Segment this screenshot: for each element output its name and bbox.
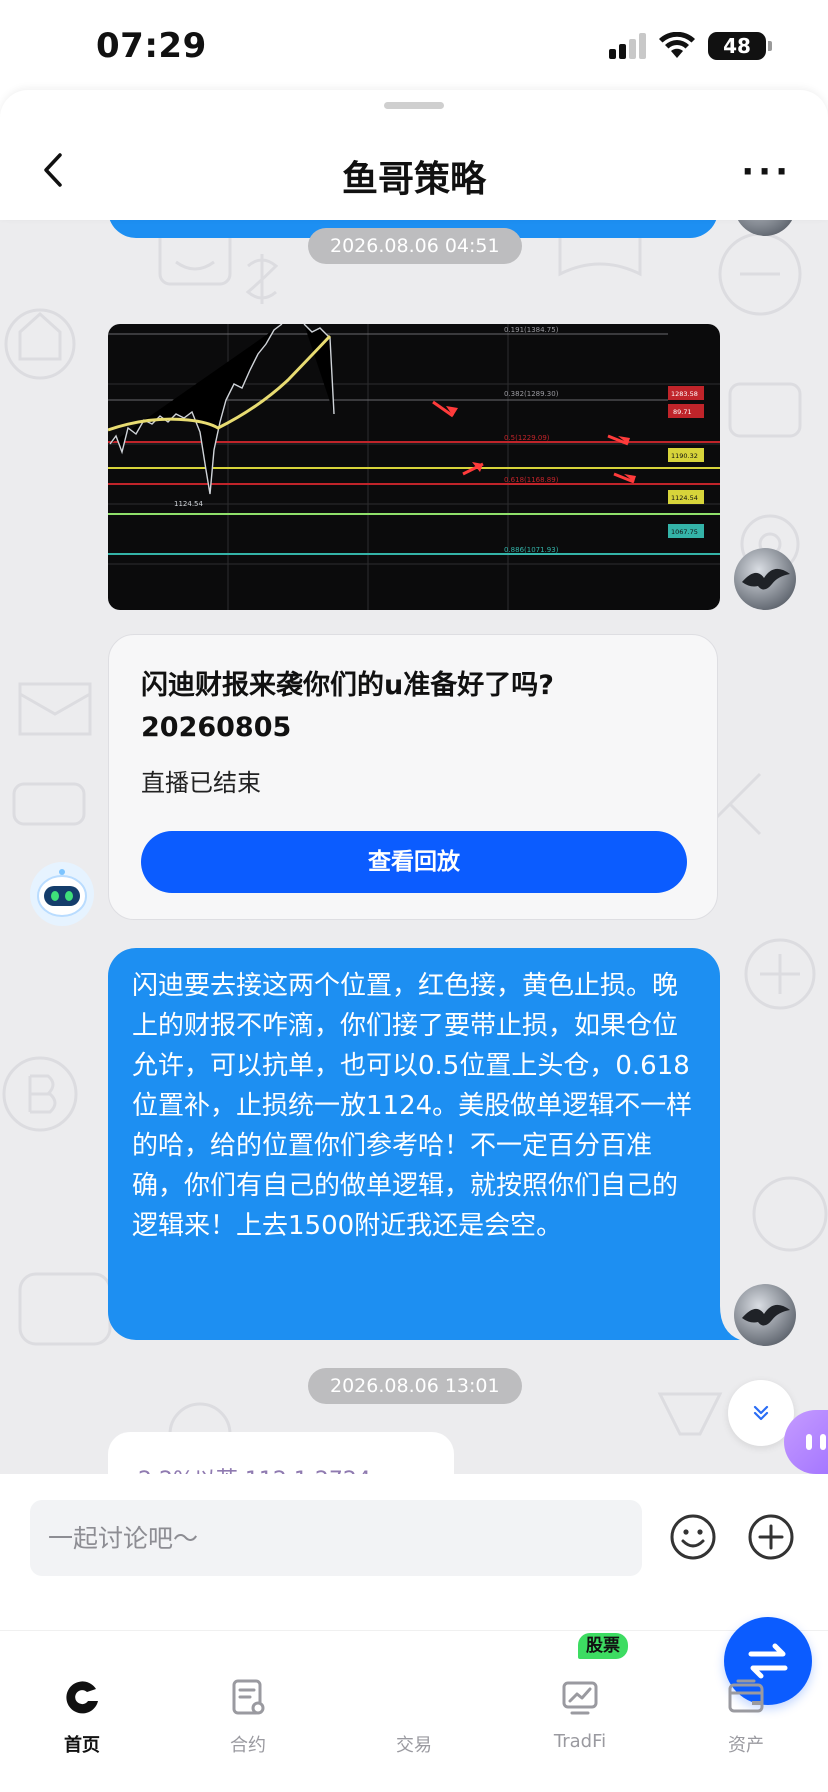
price-tag: 1283.58: [671, 390, 698, 398]
tab-label: TradFi: [553, 1731, 607, 1752]
timestamp-pill: 2026.08.06 04:51: [308, 228, 522, 264]
stock-badge: 股票: [578, 1633, 628, 1659]
next-card-preview: 2.2%以芙 112 1.2724: [138, 1462, 371, 1474]
timestamp-pill: 2026.08.06 13:01: [308, 1368, 522, 1404]
home-icon: [66, 1681, 98, 1714]
sheet-grabber[interactable]: [384, 102, 444, 109]
live-status: 直播已结束: [141, 769, 261, 797]
wallet-icon: [728, 1679, 764, 1713]
fib-label-0382: 0.382(1289.30): [504, 390, 559, 398]
smile-icon: [670, 1514, 716, 1560]
more-button[interactable]: ···: [741, 152, 792, 192]
view-replay-button[interactable]: 查看回放: [141, 831, 687, 893]
status-icons: 48: [609, 32, 772, 60]
bottom-tab-bar: 首页 合约 交易 TradFi 股票 资产: [0, 1617, 828, 1792]
more-dots-icon: ···: [741, 152, 792, 192]
tab-home[interactable]: 首页: [22, 1651, 142, 1771]
signal-bars-icon: [609, 33, 646, 59]
next-message-card[interactable]: 2.2%以芙 112 1.2724: [108, 1432, 454, 1474]
emoji-button[interactable]: [668, 1512, 718, 1562]
double-chevron-down-icon: [753, 1405, 769, 1421]
tab-contract[interactable]: 合约: [188, 1651, 308, 1771]
avatar[interactable]: [734, 1284, 796, 1346]
price-tag: 1067.75: [671, 528, 698, 536]
tab-assets[interactable]: 资产: [686, 1651, 806, 1771]
bot-avatar[interactable]: [30, 862, 94, 926]
message-input-box[interactable]: [30, 1500, 642, 1576]
tab-label: 合约: [230, 1735, 266, 1756]
tab-label: 资产: [728, 1735, 764, 1756]
message-input[interactable]: [30, 1500, 642, 1576]
message-bubble[interactable]: 闪迪要去接这两个位置，红色接，黄色止损。晚上的财报不咋滴，你们接了要带止损，如果…: [108, 948, 720, 1340]
price-tag: 89.71: [673, 408, 692, 416]
live-stream-card[interactable]: 闪迪财报来袭你们的u准备好了吗?20260805 直播已结束 查看回放: [108, 634, 718, 920]
plus-circle-icon: [748, 1514, 794, 1560]
avatar[interactable]: [734, 548, 796, 610]
fib-label-0191: 0.191(1384.75): [504, 326, 559, 334]
tradfi-icon: [562, 1681, 598, 1715]
tab-label: 交易: [396, 1735, 432, 1756]
composer: [0, 1474, 828, 1630]
tab-label: 首页: [64, 1735, 100, 1756]
live-title: 闪迪财报来袭你们的u准备好了吗?20260805: [141, 670, 554, 743]
status-bar: 07:29 48: [0, 0, 828, 90]
status-time: 07:29: [96, 26, 207, 66]
page-title: 鱼哥策略: [341, 159, 486, 200]
battery-indicator: 48: [708, 32, 772, 60]
chat-area[interactable]: 2026.08.06 04:51 0.191(1384.75) 0.382(12…: [0, 214, 828, 1474]
tab-trade[interactable]: 交易: [354, 1617, 812, 1771]
attach-button[interactable]: [746, 1512, 796, 1562]
chat-header: 鱼哥策略 ···: [0, 90, 828, 220]
wifi-icon: [658, 32, 696, 60]
low-price-label: 1124.54: [174, 500, 203, 508]
fib-label-05: 0.5(1229.09): [504, 434, 550, 442]
price-tag: 1190.32: [671, 452, 698, 460]
message-text: 闪迪要去接这两个位置，红色接，黄色止损。晚上的财报不咋滴，你们接了要带止损，如果…: [132, 971, 693, 1241]
fib-label-0618: 0.618(1168.89): [504, 476, 559, 484]
price-tag: 1124.54: [671, 494, 698, 502]
fib-label-0886: 0.886(1071.93): [504, 546, 559, 554]
chart-image-message[interactable]: 0.191(1384.75) 0.382(1289.30) 0.5(1229.0…: [108, 324, 720, 610]
tab-tradfi[interactable]: TradFi: [520, 1651, 640, 1771]
contract-icon: [232, 1679, 265, 1715]
